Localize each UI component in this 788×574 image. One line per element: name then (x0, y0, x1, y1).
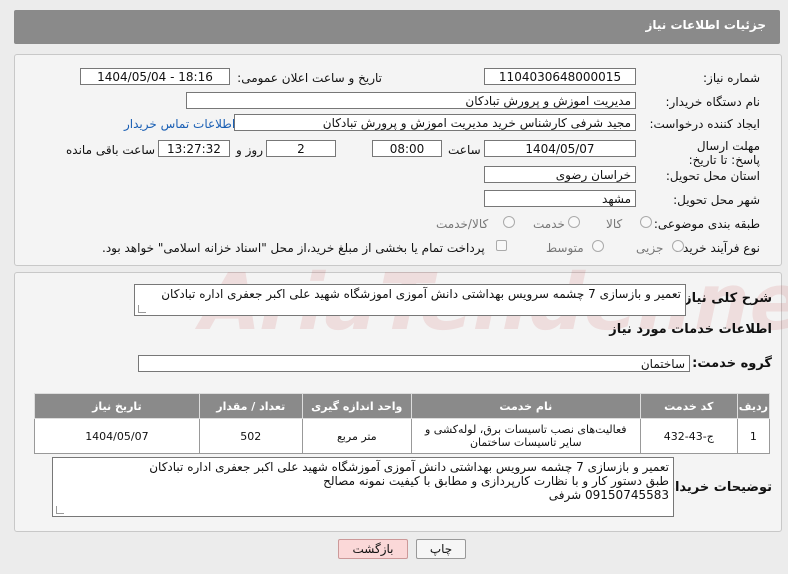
city-field: مشهد (484, 190, 636, 207)
buyer-notes-textarea[interactable]: تعمیر و بازسازی 7 چشمه سرویس بهداشتی دان… (52, 457, 674, 517)
col-code-header: کد خدمت (639, 393, 738, 419)
buyer-notes-line-2: طبق دستور کار و با نظارت کارپردازی و مطا… (323, 474, 669, 488)
page-header: جزئیات اطلاعات نیاز (14, 10, 780, 44)
province-label: استان محل تحویل: (665, 169, 760, 183)
remaining-time-field: 13:27:32 (158, 140, 230, 157)
col-qty-header: تعداد / مقدار (198, 393, 303, 419)
summary-text: تعمیر و بازسازی 7 چشمه سرویس بهداشتی دان… (161, 287, 681, 301)
province-field: خراسان رضوی (484, 166, 636, 183)
announce-label: تاریخ و ساعت اعلان عمومی: (237, 71, 382, 85)
deadline-time-label: ساعت (448, 143, 481, 157)
services-table: ردیف کد خدمت نام خدمت واحد اندازه گیری ت… (34, 393, 771, 454)
process-medium-radio[interactable] (592, 240, 604, 252)
treasury-note: پرداخت تمام یا بخشی از مبلغ خرید،از محل … (102, 241, 485, 255)
process-label: نوع فرآیند خرید : (675, 241, 760, 255)
table-header-row: ردیف کد خدمت نام خدمت واحد اندازه گیری ت… (34, 393, 771, 419)
row-service-code: ج-43-432 (639, 418, 738, 454)
page-title: جزئیات اطلاعات نیاز (645, 18, 766, 32)
row-quantity: 502 (198, 418, 303, 454)
col-name-header: نام خدمت (410, 393, 641, 419)
creator-label: ایجاد کننده درخواست: (649, 117, 760, 131)
services-section-title: اطلاعات خدمات مورد نیاز (609, 322, 772, 337)
process-minor-label: جزیی (636, 241, 664, 255)
service-group-field: ساختمان (138, 355, 690, 372)
table-row: 1 ج-43-432 فعالیت‌های نصب تاسیسات برق، ل… (34, 418, 771, 454)
row-index: 1 (736, 418, 771, 454)
process-medium-label: متوسط (546, 241, 584, 255)
category-goods-service-label: کالا/خدمت (436, 217, 489, 231)
row-need-date: 1404/05/07 (34, 418, 200, 454)
service-group-label: گروه خدمت: (692, 356, 772, 371)
creator-field: مجید شرفی کارشناس خرید مدیریت اموزش و پر… (234, 114, 636, 131)
remaining-label: ساعت باقی مانده (66, 143, 156, 157)
category-service-label: خدمت (533, 217, 565, 231)
deadline-time-field: 08:00 (372, 140, 442, 157)
summary-label: شرح کلی نیاز: (678, 291, 772, 306)
col-row-header: ردیف (736, 393, 771, 419)
category-label: طبقه بندی موضوعی: (653, 217, 760, 231)
row-service-name: فعالیت‌های نصب تاسیسات برق، لوله‌کشی و س… (410, 418, 641, 454)
need-number-field: 1104030648000015 (484, 68, 636, 85)
col-date-header: تاریخ نیاز (34, 393, 200, 419)
print-button[interactable]: چاپ (416, 539, 466, 559)
category-goods-radio[interactable] (640, 216, 652, 228)
resize-handle-icon[interactable] (56, 506, 64, 514)
treasury-checkbox[interactable] (496, 240, 507, 251)
buyer-notes-label: توضیحات خریدار: (662, 480, 772, 495)
buyer-notes-line-3: 09150745583 شرفی (548, 488, 669, 502)
resize-handle-icon[interactable] (138, 305, 146, 313)
buyer-org-field: مدیریت اموزش و پرورش تبادکان (186, 92, 636, 109)
deadline-label: مهلت ارسال پاسخ: تا تاریخ: (688, 139, 760, 167)
buyer-org-label: نام دستگاه خریدار: (665, 95, 761, 109)
category-goods-service-radio[interactable] (503, 216, 515, 228)
days-field: 2 (266, 140, 336, 157)
row-unit: متر مربع (301, 418, 412, 454)
category-service-radio[interactable] (568, 216, 580, 228)
days-label: روز و (236, 143, 263, 157)
col-unit-header: واحد اندازه گیری (301, 393, 412, 419)
announce-field: 1404/05/04 - 18:16 (80, 68, 230, 85)
summary-textarea[interactable]: تعمیر و بازسازی 7 چشمه سرویس بهداشتی دان… (134, 284, 686, 316)
category-goods-label: کالا (606, 217, 623, 231)
process-minor-radio[interactable] (672, 240, 684, 252)
back-button[interactable]: بازگشت (338, 539, 408, 559)
buyer-contact-link[interactable]: اطلاعات تماس خریدار (124, 117, 235, 131)
deadline-date-field: 1404/05/07 (484, 140, 636, 157)
buyer-notes-line-1: تعمیر و بازسازی 7 چشمه سرویس بهداشتی دان… (149, 460, 669, 474)
need-number-label: شماره نیاز: (703, 71, 760, 85)
city-label: شهر محل تحویل: (673, 193, 760, 207)
